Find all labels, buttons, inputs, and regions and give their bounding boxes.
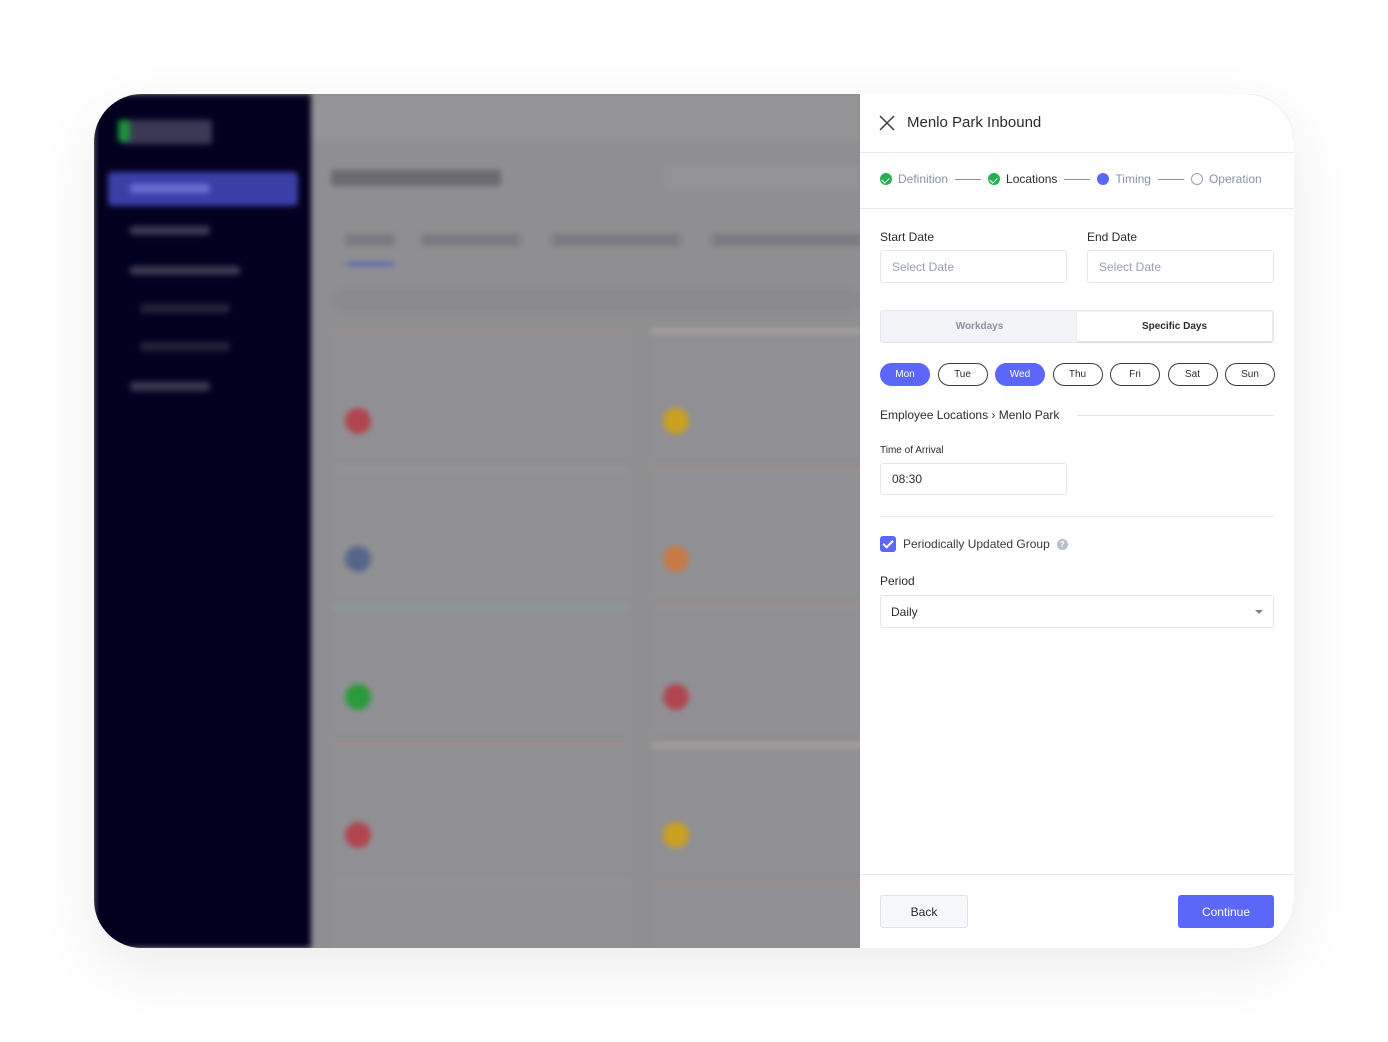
period-select[interactable]: Daily xyxy=(880,595,1274,628)
sidebar-item xyxy=(108,330,298,364)
sidebar-item xyxy=(108,254,298,288)
panel-title: Menlo Park Inbound xyxy=(907,114,1042,131)
step-operation[interactable]: Operation xyxy=(1190,172,1262,186)
step-timing[interactable]: Timing xyxy=(1097,172,1151,186)
check-circle-icon xyxy=(880,173,892,185)
time-of-arrival-label: Time of Arrival xyxy=(880,445,944,456)
periodic-label: Periodically Updated Group xyxy=(903,537,1050,551)
current-step-icon xyxy=(1097,173,1110,185)
stepper: Definition Locations Timing Operation xyxy=(880,172,1262,186)
workdays-option[interactable]: Workdays xyxy=(882,312,1077,341)
empty-circle-icon xyxy=(1190,173,1203,185)
step-locations[interactable]: Locations xyxy=(988,172,1057,186)
periodic-checkbox[interactable] xyxy=(880,536,896,552)
sidebar-item xyxy=(108,214,298,248)
step-definition[interactable]: Definition xyxy=(880,172,948,186)
end-date-input[interactable]: Select Date xyxy=(1087,250,1274,283)
day-thu[interactable]: Thu xyxy=(1052,363,1103,386)
day-tue[interactable]: Tue xyxy=(937,363,988,386)
timing-side-panel: Menlo Park Inbound Definition Locations … xyxy=(860,94,1294,948)
day-fri[interactable]: Fri xyxy=(1110,363,1160,386)
logo xyxy=(118,120,212,144)
period-label: Period xyxy=(880,574,915,588)
day-wed[interactable]: Wed xyxy=(995,363,1045,386)
day-selector: Mon Tue Wed Thu Fri Sat Sun xyxy=(880,363,1275,386)
sidebar-item xyxy=(108,172,298,206)
section-title: Employee Locations › Menlo Park xyxy=(880,408,1060,422)
day-mode-toggle: Workdays Specific Days xyxy=(880,310,1274,343)
day-sun[interactable]: Sun xyxy=(1225,363,1275,386)
back-button[interactable]: Back xyxy=(880,895,968,928)
continue-button[interactable]: Continue xyxy=(1178,895,1274,928)
sidebar-item xyxy=(108,292,298,326)
check-circle-icon xyxy=(988,173,1001,185)
time-of-arrival-input[interactable]: 08:30 xyxy=(880,463,1067,495)
day-mon[interactable]: Mon xyxy=(880,363,930,386)
caret-down-icon xyxy=(1255,610,1263,614)
sidebar xyxy=(94,94,311,948)
question-circle-icon[interactable]: ? xyxy=(1056,538,1068,550)
start-date-label: Start Date xyxy=(880,230,935,244)
sidebar-item xyxy=(108,370,298,404)
day-sat[interactable]: Sat xyxy=(1167,363,1218,386)
start-date-input[interactable]: Select Date xyxy=(880,250,1067,283)
specific-days-option[interactable]: Specific Days xyxy=(1077,312,1272,341)
app-window: Menlo Park Inbound Definition Locations … xyxy=(94,94,1294,948)
close-icon[interactable] xyxy=(879,115,895,131)
end-date-label: End Date xyxy=(1087,230,1138,244)
